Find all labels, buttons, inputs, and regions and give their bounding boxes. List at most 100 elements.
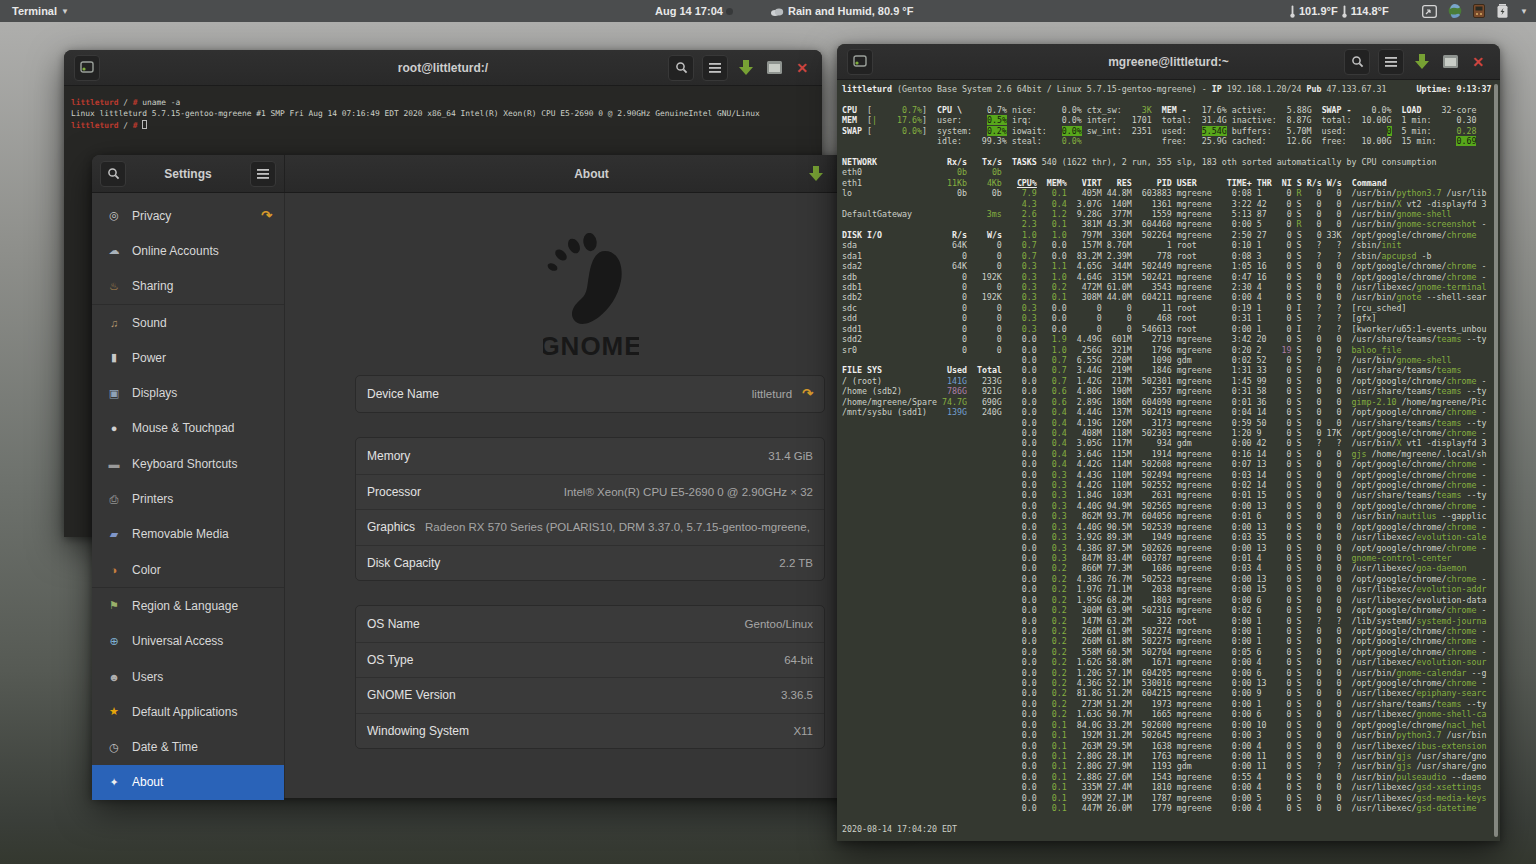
- glances-output[interactable]: littleturd (Gentoo Base System 2.6 64bit…: [842, 84, 1500, 834]
- sidebar-item-label: Online Accounts: [132, 244, 272, 258]
- sidebar-item-mouse-touchpad[interactable]: ●Mouse & Touchpad: [92, 411, 284, 446]
- thermometer-icon: [1342, 5, 1347, 18]
- about-row-disk-capacity[interactable]: Disk Capacity 2.2 TB: [356, 545, 824, 581]
- privacy-icon: ◎: [106, 209, 122, 222]
- row-value: Intel® Xeon(R) CPU E5-2690 0 @ 2.90GHz ×…: [431, 486, 813, 498]
- window-icon[interactable]: [764, 58, 784, 78]
- search-button[interactable]: [668, 55, 694, 81]
- row-label: Memory: [367, 449, 410, 463]
- date-time-icon: ◷: [106, 741, 122, 754]
- row-value: 3.36.5: [466, 689, 813, 701]
- row-label: Windowing System: [367, 724, 469, 738]
- keyboard-icon: ▬: [106, 458, 122, 470]
- about-row-graphics[interactable]: GraphicsRadeon RX 570 Series (POLARIS10,…: [356, 509, 824, 545]
- sidebar-item-sound[interactable]: ♫ Sound: [92, 305, 284, 340]
- sidebar-item-date-time[interactable]: ◷ Date & Time: [92, 729, 284, 764]
- terminal-app-icon[interactable]: [847, 49, 873, 75]
- sidebar-item-removable-media[interactable]: ▰ Removable Media: [92, 517, 284, 552]
- search-button[interactable]: [1344, 49, 1370, 75]
- temperature-1: 101.9°F: [1299, 5, 1338, 17]
- about-row-processor[interactable]: Processor Intel® Xeon(R) CPU E5-2690 0 @ …: [356, 474, 824, 510]
- sidebar-item-region-language[interactable]: ⚑Region & Language: [92, 588, 284, 623]
- window-icon[interactable]: [1440, 52, 1460, 72]
- about-row-os-type[interactable]: OS Type64-bit: [356, 642, 824, 678]
- users-icon: ☻: [106, 671, 122, 683]
- sidebar-item-color[interactable]: ◑Color: [92, 552, 284, 587]
- sidebar-item-label: Color: [132, 563, 272, 577]
- universal-access-icon: ⊕: [106, 635, 122, 648]
- ups-icon[interactable]: [1473, 4, 1485, 18]
- settings-title: Settings: [92, 167, 284, 181]
- sidebar-item-privacy[interactable]: ◎Privacy↷: [92, 198, 284, 233]
- sidebar-item-default-applications[interactable]: ★Default Applications: [92, 694, 284, 729]
- sidebar-item-label: Displays: [132, 386, 272, 400]
- row-label: Disk Capacity: [367, 556, 440, 570]
- row-value: X11: [479, 725, 813, 737]
- row-value: 2.2 TB: [450, 557, 813, 569]
- top-bar: Terminal▼ Aug 14 17:04 Rain and Humid, 8…: [0, 0, 1536, 22]
- sidebar-item-universal-access[interactable]: ⊕Universal Access: [92, 624, 284, 659]
- sidebar-item-label: Date & Time: [132, 740, 272, 754]
- os-info-group: OS NameGentoo/LinuxOS Type64-bitGNOME Ve…: [355, 605, 825, 749]
- settings-headerbar[interactable]: Settings About: [92, 155, 898, 193]
- row-label: Processor: [367, 485, 421, 499]
- menu-chevron-icon[interactable]: ▼: [1520, 7, 1528, 16]
- row-value: Radeon RX 570 Series (POLARIS10, DRM 3.3…: [425, 521, 813, 533]
- sidebar-item-label: Power: [132, 351, 272, 365]
- sidebar-item-label: Default Applications: [132, 705, 272, 719]
- sidebar-item-about[interactable]: ✦About: [92, 765, 284, 800]
- terminal1-content[interactable]: littleturd / # uname -a Linux littleturd…: [71, 97, 822, 131]
- sidebar-item-label: Removable Media: [132, 527, 272, 541]
- sidebar-item-printers[interactable]: ⎙Printers: [92, 481, 284, 516]
- sidebar-item-sharing[interactable]: ♨Sharing: [92, 269, 284, 304]
- sidebar-item-online-accounts[interactable]: ☁ Online Accounts: [92, 233, 284, 268]
- system-status-icons[interactable]: ▼: [1422, 0, 1528, 22]
- device-name-group: Device Namelittleturd↷: [355, 375, 825, 413]
- power-icon: ▮: [106, 351, 122, 364]
- hardware-info-group: Memory31.4 GiB Processor Intel® Xeon(R) CP…: [355, 437, 825, 581]
- region-language-icon: ⚑: [106, 599, 122, 612]
- sidebar-item-displays[interactable]: ▣Displays: [92, 375, 284, 410]
- sidebar-item-label: Printers: [132, 492, 272, 506]
- network-globe-icon[interactable]: [1448, 4, 1462, 18]
- close-button[interactable]: ✕: [792, 58, 812, 78]
- update-arrow-icon[interactable]: [736, 58, 756, 78]
- battery-icon[interactable]: [1496, 4, 1509, 18]
- removable-media-icon: ▰: [106, 528, 122, 541]
- screencast-icon[interactable]: [1422, 5, 1437, 18]
- about-row-os-name[interactable]: OS NameGentoo/Linux: [356, 606, 824, 642]
- sidebar-item-users[interactable]: ☻Users: [92, 659, 284, 694]
- settings-window: Settings About ◎Privacy↷ ☁ Online Accounts…: [92, 155, 898, 798]
- row-value: littleturd: [449, 388, 792, 400]
- sidebar-item-label: Sound: [132, 316, 272, 330]
- terminal1-titlebar[interactable]: root@littleturd:/ ✕: [64, 50, 822, 86]
- terminal2-scrollbar[interactable]: [1494, 84, 1498, 837]
- about-row-windowing-system[interactable]: Windowing System X11: [356, 713, 824, 749]
- sharing-icon: ♨: [106, 280, 122, 293]
- sound-icon: ♫: [106, 317, 122, 329]
- row-label: Device Name: [367, 387, 439, 401]
- menu-button[interactable]: [702, 55, 728, 81]
- about-row-gnome-version[interactable]: GNOME Version 3.36.5: [356, 677, 824, 713]
- terminal2-titlebar[interactable]: mgreene@littleturd:~ ✕: [837, 44, 1500, 80]
- sidebar-item-power[interactable]: ▮ Power: [92, 340, 284, 375]
- sidebar-item-label: Keyboard Shortcuts: [132, 457, 272, 471]
- update-arrow-icon[interactable]: [1412, 52, 1432, 72]
- update-arrow-icon[interactable]: [806, 164, 826, 184]
- about-row-memory[interactable]: Memory31.4 GiB: [356, 438, 824, 474]
- app-menu[interactable]: Terminal▼: [12, 0, 69, 22]
- weather-indicator[interactable]: Rain and Humid, 80.9 °F: [770, 0, 913, 22]
- about-row-device-name[interactable]: Device Namelittleturd↷: [356, 376, 824, 412]
- menu-button[interactable]: [1378, 49, 1404, 75]
- online-accounts-icon: ☁: [106, 244, 122, 257]
- sidebar-item-keyboard-shortcuts[interactable]: ▬ Keyboard Shortcuts: [92, 446, 284, 481]
- close-button[interactable]: ✕: [1468, 52, 1488, 72]
- notification-dot-icon: [726, 0, 733, 22]
- clock[interactable]: Aug 14 17:04: [655, 0, 723, 22]
- svg-text:GNOME: GNOME: [543, 331, 639, 361]
- temperature-sensors[interactable]: 101.9°F 114.8°F: [1290, 0, 1389, 22]
- weather-cloud-icon: [770, 5, 784, 17]
- terminal-app-icon[interactable]: [74, 55, 100, 81]
- row-label: GNOME Version: [367, 688, 456, 702]
- about-panel: GNOME Device Namelittleturd↷ Memory31.4 …: [285, 193, 898, 798]
